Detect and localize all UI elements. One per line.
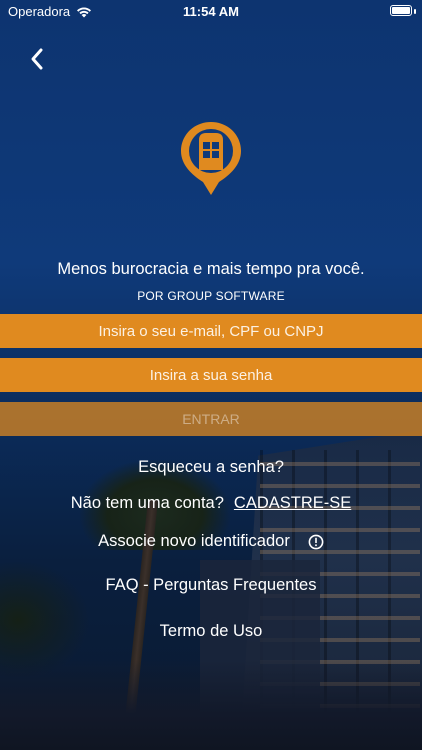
forgot-password-link[interactable]: Esqueceu a senha? <box>0 458 422 477</box>
status-bar: Operadora 11:54 AM <box>0 0 422 24</box>
email-field[interactable] <box>0 313 422 349</box>
terms-label: Termo de Uso <box>159 622 263 640</box>
info-circle-icon[interactable] <box>308 534 324 550</box>
battery-level <box>392 7 410 14</box>
login-button[interactable]: ENTRAR <box>0 402 422 436</box>
associate-identifier-label: Associe novo identificador <box>98 532 290 550</box>
ground-shadow <box>0 660 422 750</box>
no-account-label: Não tem uma conta? <box>70 494 224 512</box>
tagline: Menos burocracia e mais tempo pra você. <box>57 260 365 278</box>
battery-icon <box>390 5 412 16</box>
password-field[interactable] <box>0 357 422 393</box>
password-input[interactable] <box>0 357 422 393</box>
register-link[interactable]: CADASTRE-SE <box>234 494 351 513</box>
login-button-label: ENTRAR <box>182 411 240 427</box>
subtitle: POR GROUP SOFTWARE <box>137 289 285 303</box>
faq-label: FAQ - Perguntas Frequentes <box>105 576 317 594</box>
status-time: 11:54 AM <box>183 4 239 19</box>
faq-link[interactable]: FAQ - Perguntas Frequentes <box>0 576 422 595</box>
email-input[interactable] <box>0 313 422 349</box>
chevron-left-icon <box>31 48 43 70</box>
battery-tip <box>414 9 416 14</box>
associate-identifier-link[interactable]: Associe novo identificador <box>0 532 422 551</box>
forgot-password-label: Esqueceu a senha? <box>138 458 284 476</box>
terms-link[interactable]: Termo de Uso <box>0 622 422 641</box>
back-button[interactable] <box>22 44 52 74</box>
register-row: Não tem uma conta? CADASTRE-SE <box>0 494 422 513</box>
map-pin-door-icon <box>181 122 241 195</box>
